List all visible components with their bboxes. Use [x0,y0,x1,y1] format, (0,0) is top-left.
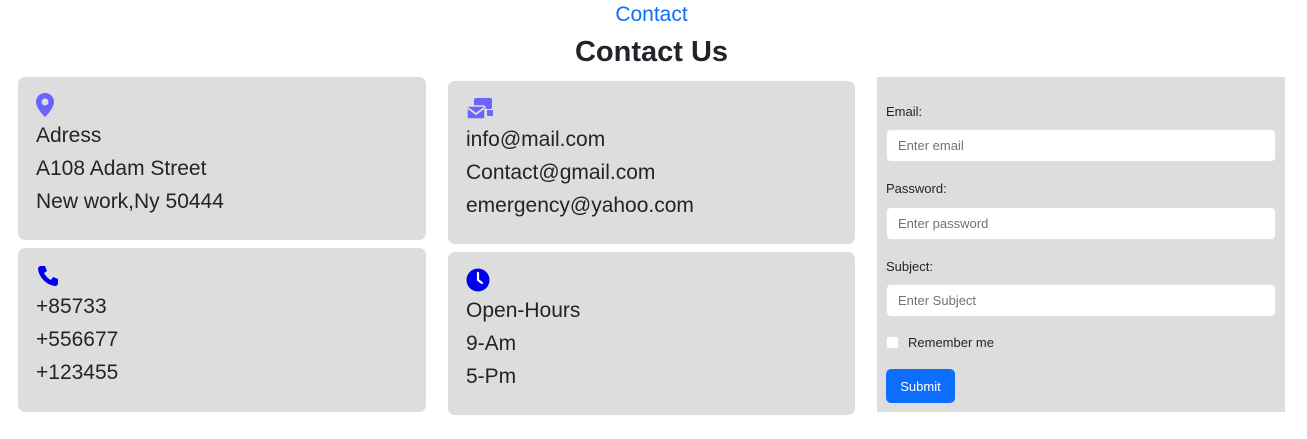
password-label: Password: [886,181,947,196]
address-card: Adress A108 Adam Street New work,Ny 5044… [18,77,426,240]
hours-heading: Open-Hours [466,299,581,322]
address-heading: Adress [36,124,102,147]
phone-card: +85733 +556677 +123455 [18,248,426,412]
remember-label[interactable]: Remember me [908,335,994,350]
submit-button[interactable]: Submit [886,369,955,403]
hours-card: Open-Hours 9-Am 5-Pm [448,252,855,415]
phone-number-1: +85733 [36,295,107,318]
email-address-2: Contact@gmail.com [466,161,656,184]
remember-row: Remember me [886,335,994,350]
email-address-1: info@mail.com [466,128,606,151]
email-card: info@mail.com Contact@gmail.com emergenc… [448,81,855,244]
contact-link[interactable]: Contact [0,3,1303,27]
map-pin-icon [36,93,408,119]
address-street: A108 Adam Street [36,157,207,180]
remember-checkbox[interactable] [886,336,899,349]
subject-input[interactable] [886,284,1276,317]
hours-close: 5-Pm [466,365,517,388]
email-input[interactable] [886,129,1276,162]
subject-label: Subject: [886,259,933,274]
mail-stack-icon [466,97,837,123]
phone-icon [36,264,408,290]
page-title: Contact Us [574,36,729,68]
contact-form: Email: Password: Subject: Remember me Su… [877,77,1285,412]
email-address-3: emergency@yahoo.com [466,194,694,217]
password-input[interactable] [886,207,1276,240]
hours-open: 9-Am [466,332,517,355]
phone-number-2: +556677 [36,328,119,351]
address-city: New work,Ny 50444 [36,190,224,213]
email-label: Email: [886,104,923,119]
clock-icon [466,268,837,294]
phone-number-3: +123455 [36,361,119,384]
